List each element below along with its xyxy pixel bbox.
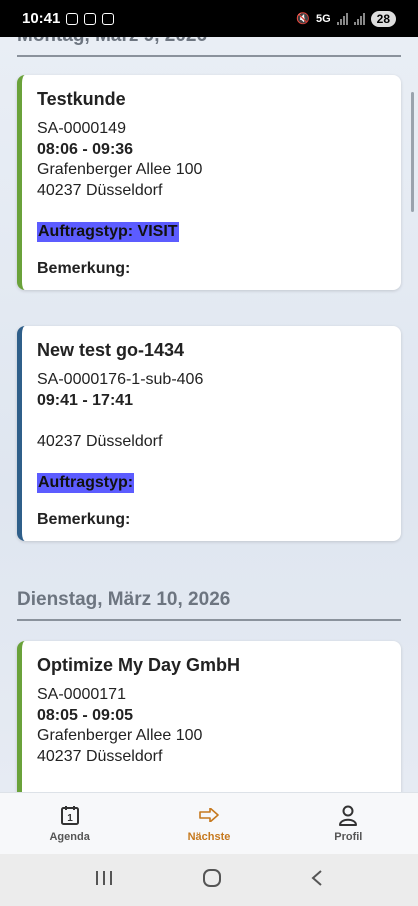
order-id: SA-0000149 — [37, 120, 126, 137]
status-bar: 10:41 🔇 5G 28 — [0, 0, 418, 37]
nav-next-label: Nächste — [187, 831, 231, 843]
nav-profile[interactable]: Profil — [279, 793, 418, 854]
signal-icon-2 — [353, 12, 365, 25]
bottom-navigation: 1 Agenda Nächste Profil — [0, 792, 418, 854]
signal-icon — [336, 12, 348, 25]
street — [37, 411, 385, 432]
arrow-right-icon — [199, 804, 219, 826]
screenshot-icon — [66, 12, 79, 25]
appointment-card[interactable]: Optimize My Day GmbH SA-0000171 08:05 - … — [17, 641, 401, 792]
day-header: Montag, März 9, 2026 — [17, 37, 401, 57]
nav-profile-label: Profil — [334, 831, 363, 843]
remark-label: Bemerkung: — [37, 511, 131, 528]
recent-apps-icon[interactable] — [94, 869, 114, 892]
customer-name: New test go-1434 — [37, 340, 185, 360]
street: Grafenberger Allee 100 — [37, 161, 203, 178]
appointment-time: 08:05 - 09:05 — [37, 706, 134, 724]
city: 40237 Düsseldorf — [37, 432, 163, 450]
battery-indicator: 28 — [370, 10, 396, 27]
app-notification-icon — [84, 12, 97, 25]
person-icon — [337, 804, 359, 826]
appointment-card[interactable]: Testkunde SA-0000149 08:06 - 09:36 Grafe… — [17, 75, 401, 290]
order-id: SA-0000171 — [37, 686, 126, 703]
home-icon[interactable] — [202, 868, 222, 893]
mute-icon: 🔇 — [296, 13, 310, 25]
nav-agenda[interactable]: 1 Agenda — [0, 793, 139, 854]
status-time: 10:41 — [22, 10, 61, 27]
appointment-time: 08:06 - 09:36 — [37, 140, 134, 158]
appointment-card[interactable]: New test go-1434 SA-0000176-1-sub-406 09… — [17, 326, 401, 541]
remark-label: Bemerkung: — [37, 260, 131, 277]
day-header: Dienstag, März 10, 2026 — [17, 589, 401, 621]
city: 40237 Düsseldorf — [37, 181, 163, 199]
system-navigation-bar — [0, 854, 418, 906]
street: Grafenberger Allee 100 — [37, 727, 203, 744]
customer-name: Optimize My Day GmbH — [37, 655, 241, 675]
appointment-list[interactable]: Montag, März 9, 2026 Testkunde SA-000014… — [0, 37, 418, 792]
back-icon[interactable] — [310, 869, 324, 892]
order-type: Auftragstyp: — [37, 473, 135, 493]
scrollbar[interactable] — [411, 92, 414, 212]
city: 40237 Düsseldorf — [37, 747, 163, 765]
svg-text:1: 1 — [67, 813, 73, 824]
order-type: Auftragstyp: VISIT — [37, 222, 179, 242]
nav-next[interactable]: Nächste — [139, 793, 278, 854]
network-label: 5G — [315, 12, 331, 25]
customer-name: Testkunde — [37, 89, 126, 109]
appointment-time: 09:41 - 17:41 — [37, 391, 134, 409]
calendar-icon: 1 — [60, 804, 80, 826]
gallery-icon — [102, 12, 115, 25]
order-id: SA-0000176-1-sub-406 — [37, 371, 204, 388]
nav-agenda-label: Agenda — [49, 831, 90, 843]
